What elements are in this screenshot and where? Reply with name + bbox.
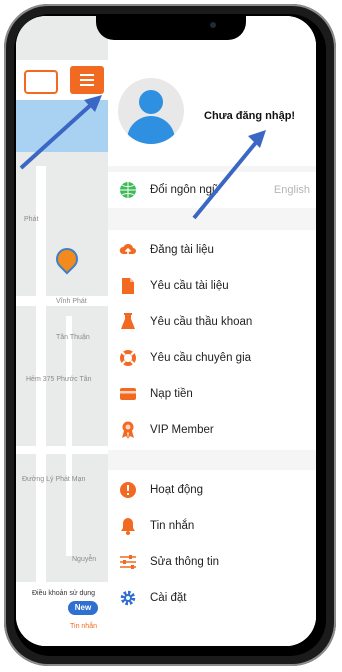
- credit-card-icon: [118, 384, 138, 404]
- map-label: Tân Thuận: [56, 334, 90, 341]
- menu-item-activity[interactable]: Hoạt động: [108, 472, 316, 508]
- menu-item-settings[interactable]: Cài đặt: [108, 580, 316, 616]
- phone-notch: [96, 14, 246, 40]
- menu-item-label: VIP Member: [150, 424, 214, 436]
- menu-item-topup[interactable]: Nạp tiền: [108, 376, 316, 412]
- new-badge: New: [68, 601, 98, 615]
- flask-icon: [118, 312, 138, 332]
- bell-icon: [118, 516, 138, 536]
- globe-icon: [118, 180, 138, 200]
- document-icon: [118, 276, 138, 296]
- menu-item-label: Yêu cầu thầu khoan: [150, 316, 253, 328]
- map-label: Hẻm 375 Phước Tân: [26, 376, 92, 383]
- menu-item-request-bid[interactable]: Yêu cầu thầu khoan: [108, 304, 316, 340]
- menu-item-messages[interactable]: Tin nhắn: [108, 508, 316, 544]
- sliders-icon: [118, 552, 138, 572]
- menu-item-label: Nạp tiền: [150, 388, 193, 400]
- map-label: Vĩnh Phát: [56, 298, 87, 305]
- login-status[interactable]: Chưa đăng nhập!: [204, 110, 295, 122]
- menu-item-label: Tin nhắn: [150, 520, 195, 532]
- avatar-body: [127, 116, 175, 144]
- map-label: Phát: [24, 216, 39, 223]
- pointer-arrow: [19, 95, 102, 170]
- medal-icon: [118, 420, 138, 440]
- map-road: [16, 446, 108, 454]
- menu-item-label: Hoạt động: [150, 484, 204, 496]
- terms-link[interactable]: Điều khoản sử dụng: [32, 590, 95, 597]
- cloud-upload-icon: [118, 240, 138, 260]
- front-camera: [210, 22, 216, 28]
- menu-item-label: Yêu cầu chuyên gia: [150, 352, 252, 364]
- menu-item-label: Sửa thông tin: [150, 556, 220, 568]
- avatar[interactable]: [118, 78, 184, 144]
- menu-item-label: Yêu cầu tài liệu: [150, 280, 229, 292]
- menu-item-upload[interactable]: Đăng tài liệu: [108, 232, 316, 268]
- tab-messages[interactable]: Tin nhắn: [70, 623, 97, 630]
- menu-item-request-expert[interactable]: Yêu cầu chuyên gia: [108, 340, 316, 376]
- screen: Phát Vĩnh Phát Tân Thuận Hẻm 375 Phước T…: [16, 16, 316, 646]
- avatar-head: [139, 90, 163, 114]
- pointer-arrow: [192, 130, 266, 220]
- alert-circle-icon: [118, 480, 138, 500]
- side-drawer: Chưa đăng nhập! Đổi ngôn ngữ English Đăn…: [108, 16, 316, 646]
- menu-item-vip[interactable]: VIP Member: [108, 412, 316, 448]
- map-label: Nguyễn: [72, 556, 97, 563]
- menu-item-edit-info[interactable]: Sửa thông tin: [108, 544, 316, 580]
- gear-icon: [118, 588, 138, 608]
- menu-item-label: Đăng tài liệu: [150, 244, 214, 256]
- menu-item-label: Cài đặt: [150, 592, 187, 604]
- map-road: [66, 316, 72, 556]
- map-label: Đường Lý Phát Mạn: [22, 476, 86, 483]
- language-value: English: [273, 184, 310, 196]
- menu-item-request-doc[interactable]: Yêu cầu tài liệu: [108, 268, 316, 304]
- map-pin-icon[interactable]: [51, 243, 83, 275]
- lifebuoy-icon: [118, 348, 138, 368]
